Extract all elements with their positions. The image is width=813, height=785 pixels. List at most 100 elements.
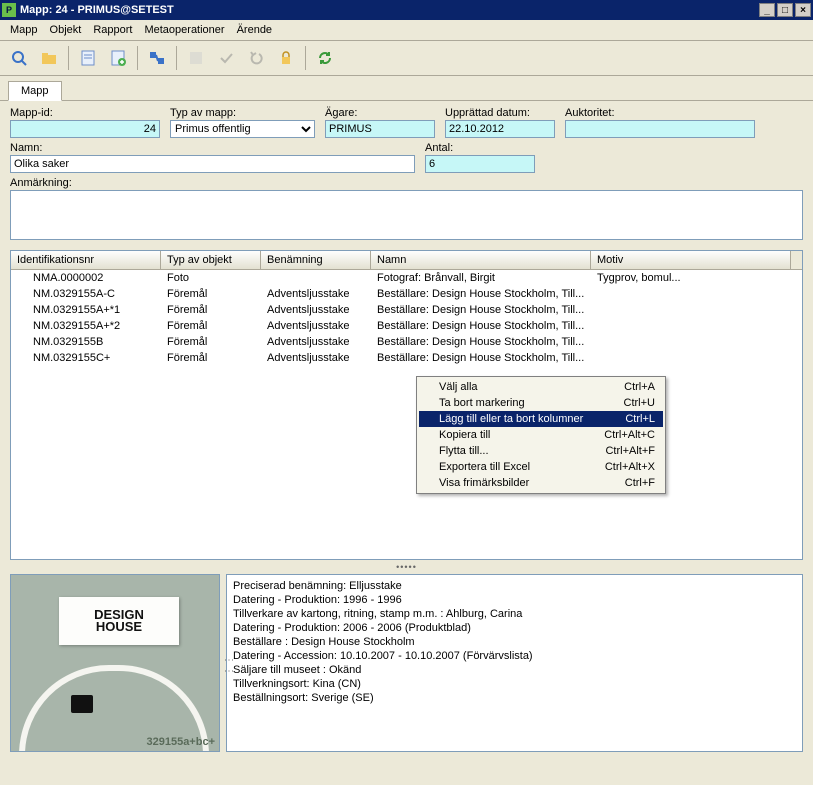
cell-type: Foto — [161, 271, 261, 285]
check-icon[interactable] — [213, 45, 239, 71]
detail-line: Datering - Produktion: 1996 - 1996 — [233, 593, 796, 607]
context-menu-item[interactable]: Välj allaCtrl+A — [419, 379, 663, 395]
splitter[interactable]: ••••• — [0, 560, 813, 574]
title-bar: P Mapp: 24 - PRIMUS@SETEST _ □ × — [0, 0, 813, 20]
cell-id: NM.0329155A-C — [11, 287, 161, 301]
detail-line: Beställningsort: Sverige (SE) — [233, 691, 796, 705]
cell-type: Föremål — [161, 335, 261, 349]
thumbnail[interactable]: DESIGNHOUSE 329155a+bc+ — [10, 574, 220, 752]
cell-namn: Beställare: Design House Stockholm, Till… — [371, 287, 591, 301]
detail-area: DESIGNHOUSE 329155a+bc+ ⋮⋮ Preciserad be… — [10, 574, 803, 752]
close-button[interactable]: × — [795, 3, 811, 17]
maximize-button[interactable]: □ — [777, 3, 793, 17]
cell-ben: Adventsljusstake — [261, 303, 371, 317]
context-menu-label: Ta bort markering — [439, 397, 525, 409]
cell-motiv — [591, 335, 791, 349]
toolbar-separator — [176, 46, 177, 70]
label-datum: Upprättad datum: — [445, 107, 555, 119]
column-id[interactable]: Identifikationsnr — [11, 251, 161, 269]
context-menu-item[interactable]: Kopiera tillCtrl+Alt+C — [419, 427, 663, 443]
cell-namn: Beställare: Design House Stockholm, Till… — [371, 351, 591, 365]
input-antal[interactable] — [425, 155, 535, 173]
detail-line: Beställare : Design House Stockholm — [233, 635, 796, 649]
thumbnail-caption: 329155a+bc+ — [146, 736, 215, 748]
table-row[interactable]: NM.0329155A+*1FöremålAdventsljusstakeBes… — [11, 302, 802, 318]
cell-id: NM.0329155A+*1 — [11, 303, 161, 317]
select-typ[interactable]: Primus offentlig — [170, 120, 315, 138]
lock-icon[interactable] — [273, 45, 299, 71]
cell-type: Föremål — [161, 351, 261, 365]
context-menu-item[interactable]: Flytta till... Ctrl+Alt+F — [419, 443, 663, 459]
context-menu-label: Lägg till eller ta bort kolumner — [439, 413, 583, 425]
cell-ben — [261, 271, 371, 285]
cell-ben: Adventsljusstake — [261, 351, 371, 365]
folder-icon[interactable] — [36, 45, 62, 71]
input-namn[interactable] — [10, 155, 415, 173]
menu-mapp[interactable]: Mapp — [4, 22, 44, 38]
column-type[interactable]: Typ av objekt — [161, 251, 261, 269]
context-menu-item[interactable]: Visa frimärksbilderCtrl+F — [419, 475, 663, 491]
tab-mapp[interactable]: Mapp — [8, 81, 62, 101]
context-menu-label: Välj alla — [439, 381, 478, 393]
menu-objekt[interactable]: Objekt — [44, 22, 88, 38]
window-title: Mapp: 24 - PRIMUS@SETEST — [20, 4, 757, 16]
search-icon[interactable] — [6, 45, 32, 71]
form-area: Mapp-id: Typ av mapp: Primus offentlig Ä… — [0, 101, 813, 250]
label-mapp-id: Mapp-id: — [10, 107, 160, 119]
document-add-icon[interactable] — [105, 45, 131, 71]
context-menu-item[interactable]: Lägg till eller ta bort kolumner Ctrl+L — [419, 411, 663, 427]
table-row[interactable]: NM.0329155C+FöremålAdventsljusstakeBestä… — [11, 350, 802, 366]
cell-id: NM.0329155B — [11, 335, 161, 349]
table-row[interactable]: NM.0329155A+*2FöremålAdventsljusstakeBes… — [11, 318, 802, 334]
table-row[interactable]: NM.0329155BFöremålAdventsljusstakeBestäl… — [11, 334, 802, 350]
column-benamning[interactable]: Benämning — [261, 251, 371, 269]
cell-ben: Adventsljusstake — [261, 287, 371, 301]
input-anmarkning[interactable] — [10, 190, 803, 240]
context-menu-shortcut: Ctrl+Alt+X — [605, 461, 655, 473]
toolbar — [0, 41, 813, 76]
label-antal: Antal: — [425, 142, 535, 154]
tab-strip: Mapp — [0, 76, 813, 101]
detail-line: Säljare till museet : Okänd — [233, 663, 796, 677]
cell-id: NM.0329155A+*2 — [11, 319, 161, 333]
table-row[interactable]: NM.0329155A-CFöremålAdventsljusstakeBest… — [11, 286, 802, 302]
cell-ben: Adventsljusstake — [261, 319, 371, 333]
detail-description: ⋮⋮ Preciserad benämning: ElljusstakeDate… — [226, 574, 803, 752]
document-icon[interactable] — [75, 45, 101, 71]
undo-icon[interactable] — [243, 45, 269, 71]
context-menu-shortcut: Ctrl+L — [625, 413, 655, 425]
minimize-button[interactable]: _ — [759, 3, 775, 17]
column-namn[interactable]: Namn — [371, 251, 591, 269]
menu-bar: Mapp Objekt Rapport Metaoperationer Ären… — [0, 20, 813, 41]
input-auktoritet[interactable] — [565, 120, 755, 138]
menu-arende[interactable]: Ärende — [231, 22, 278, 38]
context-menu: Välj allaCtrl+ATa bort markeringCtrl+ULä… — [416, 376, 666, 494]
menu-metaoperationer[interactable]: Metaoperationer — [138, 22, 230, 38]
context-menu-shortcut: Ctrl+Alt+F — [605, 445, 655, 457]
label-namn: Namn: — [10, 142, 415, 154]
menu-rapport[interactable]: Rapport — [87, 22, 138, 38]
toolbar-separator — [68, 46, 69, 70]
toolbar-separator — [305, 46, 306, 70]
link-icon[interactable] — [144, 45, 170, 71]
label-anmarkning: Anmärkning: — [10, 177, 803, 189]
cell-motiv — [591, 351, 791, 365]
input-agare[interactable] — [325, 120, 435, 138]
context-menu-label: Exportera till Excel — [439, 461, 530, 473]
table-row[interactable]: NMA.0000002FotoFotograf: Brånvall, Birgi… — [11, 270, 802, 286]
thumbnail-plug — [71, 695, 93, 713]
list-header: Identifikationsnr Typ av objekt Benämnin… — [11, 251, 802, 270]
context-menu-label: Flytta till... — [439, 445, 489, 457]
save-icon[interactable] — [183, 45, 209, 71]
cell-motiv — [591, 319, 791, 333]
column-motiv[interactable]: Motiv — [591, 251, 791, 269]
input-mapp-id[interactable] — [10, 120, 160, 138]
toolbar-separator — [137, 46, 138, 70]
input-datum[interactable] — [445, 120, 555, 138]
context-menu-shortcut: Ctrl+F — [625, 477, 655, 489]
cell-id: NMA.0000002 — [11, 271, 161, 285]
refresh-icon[interactable] — [312, 45, 338, 71]
context-menu-item[interactable]: Exportera till Excel Ctrl+Alt+X — [419, 459, 663, 475]
context-menu-item[interactable]: Ta bort markeringCtrl+U — [419, 395, 663, 411]
splitter-handle[interactable]: ⋮⋮ — [221, 655, 235, 677]
